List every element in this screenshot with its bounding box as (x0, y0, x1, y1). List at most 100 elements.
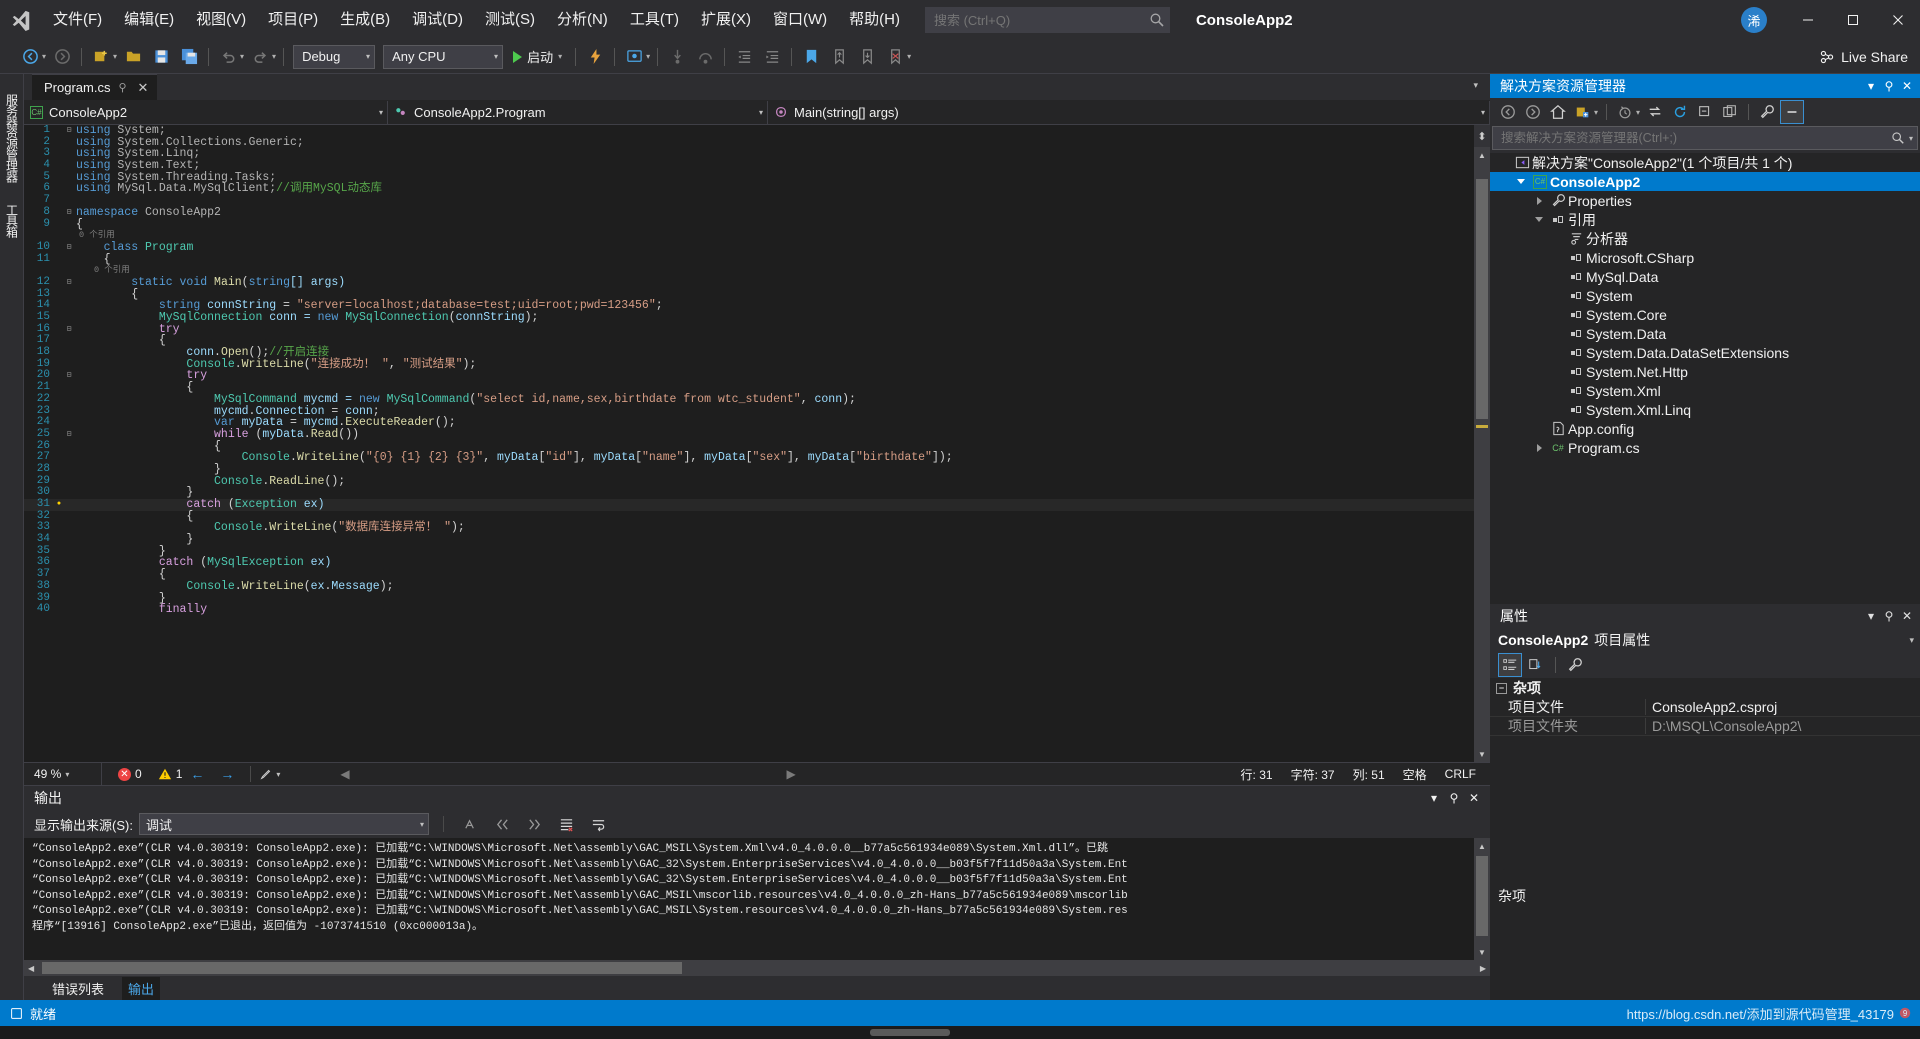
property-value[interactable]: D:\MSQL\ConsoleApp2\ (1645, 718, 1920, 734)
properties-grid[interactable]: − 杂项 项目文件 ConsoleApp2.csproj 项目文件夹 D:\MSQL\… (1490, 678, 1920, 880)
menu-build[interactable]: 生成(B) (329, 0, 401, 40)
find-message-icon[interactable] (458, 812, 484, 836)
start-debugging-button[interactable]: 启动 ▾ (507, 44, 570, 70)
back-icon[interactable] (1496, 100, 1520, 124)
live-share-button[interactable]: Live Share (1819, 49, 1908, 65)
toggle-word-wrap-icon[interactable] (586, 812, 612, 836)
pen-dropdown-icon[interactable]: ▾ (276, 770, 280, 779)
fold-toggle-icon[interactable]: ⊟ (64, 324, 74, 336)
pending-changes-icon[interactable] (1613, 100, 1637, 124)
tree-item-6[interactable]: MySql.Data (1490, 267, 1920, 286)
tree-item-10[interactable]: System.Data.DataSetExtensions (1490, 343, 1920, 362)
error-count-badge[interactable]: ✕ 0 (118, 767, 142, 781)
output-scroll-left-icon[interactable]: ◀ (28, 964, 34, 973)
property-row-0[interactable]: 项目文件 ConsoleApp2.csproj (1490, 698, 1920, 717)
menu-project[interactable]: 项目(P) (257, 0, 329, 40)
pending-dropdown-icon[interactable]: ▾ (1636, 108, 1640, 117)
server-explorer-tab[interactable]: 服务器资源管理器 (4, 88, 20, 188)
save-all-icon[interactable] (176, 44, 202, 70)
clear-bookmarks-icon[interactable] (882, 44, 908, 70)
output-scrollbar-thumb[interactable] (1476, 856, 1488, 936)
menu-view[interactable]: 视图(V) (185, 0, 257, 40)
tab-overflow-chevron-icon[interactable]: ▾ (1473, 80, 1478, 91)
property-category[interactable]: − 杂项 (1490, 678, 1920, 698)
indent-increase-icon[interactable] (759, 44, 785, 70)
fold-toggle-icon[interactable]: ⊟ (64, 242, 74, 254)
tab-output[interactable]: 输出 (122, 976, 161, 1000)
clear-output-icon[interactable] (554, 812, 580, 836)
fold-toggle-icon[interactable]: ⊟ (64, 125, 74, 137)
step-into-icon[interactable] (664, 44, 690, 70)
se-search-input[interactable] (1501, 131, 1891, 145)
minimize-button[interactable] (1785, 0, 1830, 40)
start-dropdown-icon[interactable]: ▾ (558, 52, 562, 61)
menu-tools[interactable]: 工具(T) (619, 0, 690, 40)
properties-icon[interactable] (1755, 100, 1779, 124)
tree-item-1[interactable]: C# ConsoleApp2 (1490, 172, 1920, 191)
tree-item-9[interactable]: System.Data (1490, 324, 1920, 343)
new-project-icon[interactable] (88, 44, 114, 70)
alphabetical-view-icon[interactable] (1524, 653, 1548, 677)
scroll-right-icon[interactable]: ▶ (786, 767, 795, 781)
code-lens-reference[interactable]: 0 个引用 (24, 230, 1474, 242)
split-view-handle-icon[interactable]: ⬍ (1474, 125, 1490, 147)
save-icon[interactable] (148, 44, 174, 70)
output-source-combo[interactable]: 调试 ▾ (138, 813, 429, 835)
scroll-up-arrow-icon[interactable]: ▲ (1474, 147, 1490, 163)
chevron-down-icon[interactable] (1512, 179, 1530, 184)
chevron-right-icon[interactable] (1530, 443, 1548, 452)
fold-toggle-icon[interactable]: ⊟ (64, 207, 74, 219)
chevron-down-icon[interactable] (1530, 217, 1548, 222)
nav-class-combo[interactable]: ConsoleApp2.Program ▾ (388, 100, 768, 124)
chevron-right-icon[interactable] (1530, 196, 1548, 205)
toolbox-tab[interactable]: 工具箱 (4, 198, 20, 243)
pin-icon[interactable]: ⚲ (118, 81, 126, 94)
add-dropdown-icon[interactable]: ▾ (1594, 108, 1598, 117)
tree-item-13[interactable]: System.Xml.Linq (1490, 400, 1920, 419)
scroll-left-icon[interactable]: ◀ (340, 767, 349, 781)
code-editor[interactable]: 1 ⊟ using System; 2 using System.Collections… (24, 125, 1474, 762)
tree-item-7[interactable]: System (1490, 286, 1920, 305)
menu-debug[interactable]: 调试(D) (401, 0, 474, 40)
tree-item-5[interactable]: Microsoft.CSharp (1490, 248, 1920, 267)
output-scroll-up-icon[interactable]: ▲ (1474, 838, 1490, 854)
zoom-level-combo[interactable]: 49 % ▾ (30, 762, 102, 786)
tree-item-11[interactable]: System.Net.Http (1490, 362, 1920, 381)
output-scroll-right-icon[interactable]: ▶ (1480, 964, 1486, 973)
solution-tree[interactable]: 解决方案"ConsoleApp2"(1 个项目/共 1 个) C# ConsoleA… (1490, 153, 1920, 604)
menu-analyze[interactable]: 分析(N) (546, 0, 619, 40)
navigate-forward-icon[interactable] (49, 44, 75, 70)
output-vertical-scrollbar[interactable]: ▲ ▼ (1474, 838, 1490, 960)
nav-member-combo[interactable]: Main(string[] args) ▾ (768, 100, 1490, 124)
close-icon[interactable]: ✕ (1898, 609, 1916, 623)
tree-item-15[interactable]: C# Program.cs (1490, 438, 1920, 457)
scroll-down-arrow-icon[interactable]: ▼ (1474, 746, 1490, 762)
tree-item-8[interactable]: System.Core (1490, 305, 1920, 324)
fold-toggle-icon[interactable]: ⊟ (64, 370, 74, 382)
fold-toggle-icon[interactable]: ⊟ (64, 429, 74, 441)
show-all-files-icon[interactable] (1718, 100, 1742, 124)
nav-type-combo[interactable]: C# ConsoleApp2 ▾ (24, 100, 388, 124)
live-preview-icon[interactable] (621, 44, 647, 70)
collapse-all-icon[interactable] (1693, 100, 1717, 124)
solution-explorer-search[interactable]: ▾ (1492, 126, 1918, 150)
preview-selected-items-icon[interactable] (1780, 100, 1805, 124)
output-hscrollbar-thumb[interactable] (42, 962, 682, 974)
search-input[interactable] (933, 12, 1149, 28)
editor-vertical-scrollbar[interactable]: ⬍ ▲ ▼ (1474, 125, 1490, 762)
property-row-1[interactable]: 项目文件夹 D:\MSQL\ConsoleApp2\ (1490, 717, 1920, 736)
output-horizontal-scrollbar[interactable]: ◀ ▶ (24, 960, 1490, 976)
lightbulb-icon[interactable]: ● (54, 499, 64, 511)
bookmark-icon[interactable] (798, 44, 824, 70)
quick-launch-search[interactable] (924, 7, 1170, 33)
sync-views-icon[interactable] (1643, 100, 1667, 124)
pin-icon[interactable]: ⚲ (1880, 79, 1898, 93)
tab-error-list[interactable]: 错误列表 (46, 977, 110, 1000)
fold-toggle-icon[interactable]: ⊟ (64, 277, 74, 289)
redo-icon[interactable] (247, 44, 273, 70)
output-dropdown-icon[interactable]: ▾ (1424, 791, 1444, 805)
go-to-next-icon[interactable] (522, 812, 548, 836)
menu-test[interactable]: 测试(S) (474, 0, 546, 40)
hot-reload-icon[interactable] (582, 44, 608, 70)
close-icon[interactable]: ✕ (1464, 791, 1484, 805)
